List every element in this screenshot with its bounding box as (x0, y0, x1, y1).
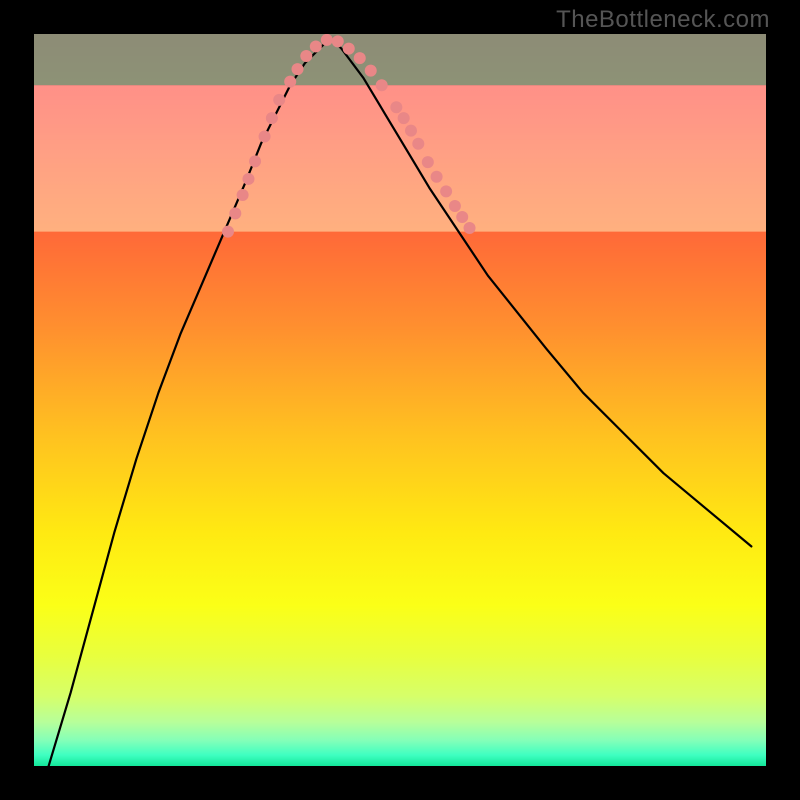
marker-dot (343, 43, 355, 55)
chart-frame: TheBottleneck.com (0, 0, 800, 800)
marker-dot (464, 222, 476, 234)
marker-dot (412, 138, 424, 150)
marker-dot (266, 112, 278, 124)
green-band (34, 34, 766, 85)
marker-dot (376, 79, 388, 91)
marker-dot (456, 211, 468, 223)
watermark-text: TheBottleneck.com (556, 6, 770, 34)
marker-dot (332, 35, 344, 47)
chart-svg (34, 34, 766, 766)
marker-dot (390, 101, 402, 113)
marker-dot (405, 125, 417, 137)
marker-dot (365, 65, 377, 77)
marker-dot (273, 94, 285, 106)
marker-dot (249, 155, 261, 167)
marker-dot (431, 171, 443, 183)
marker-dot (440, 185, 452, 197)
marker-dot (321, 34, 333, 46)
marker-dot (398, 112, 410, 124)
marker-dot (284, 76, 296, 88)
marker-dot (449, 200, 461, 212)
marker-dot (300, 50, 312, 62)
marker-dot (422, 156, 434, 168)
marker-dot (229, 207, 241, 219)
marker-dot (292, 63, 304, 75)
marker-dot (242, 173, 254, 185)
plot-area (34, 34, 766, 766)
marker-dot (237, 189, 249, 201)
marker-dot (259, 130, 271, 142)
marker-dot (310, 40, 322, 52)
marker-dot (222, 226, 234, 238)
marker-dot (354, 52, 366, 64)
